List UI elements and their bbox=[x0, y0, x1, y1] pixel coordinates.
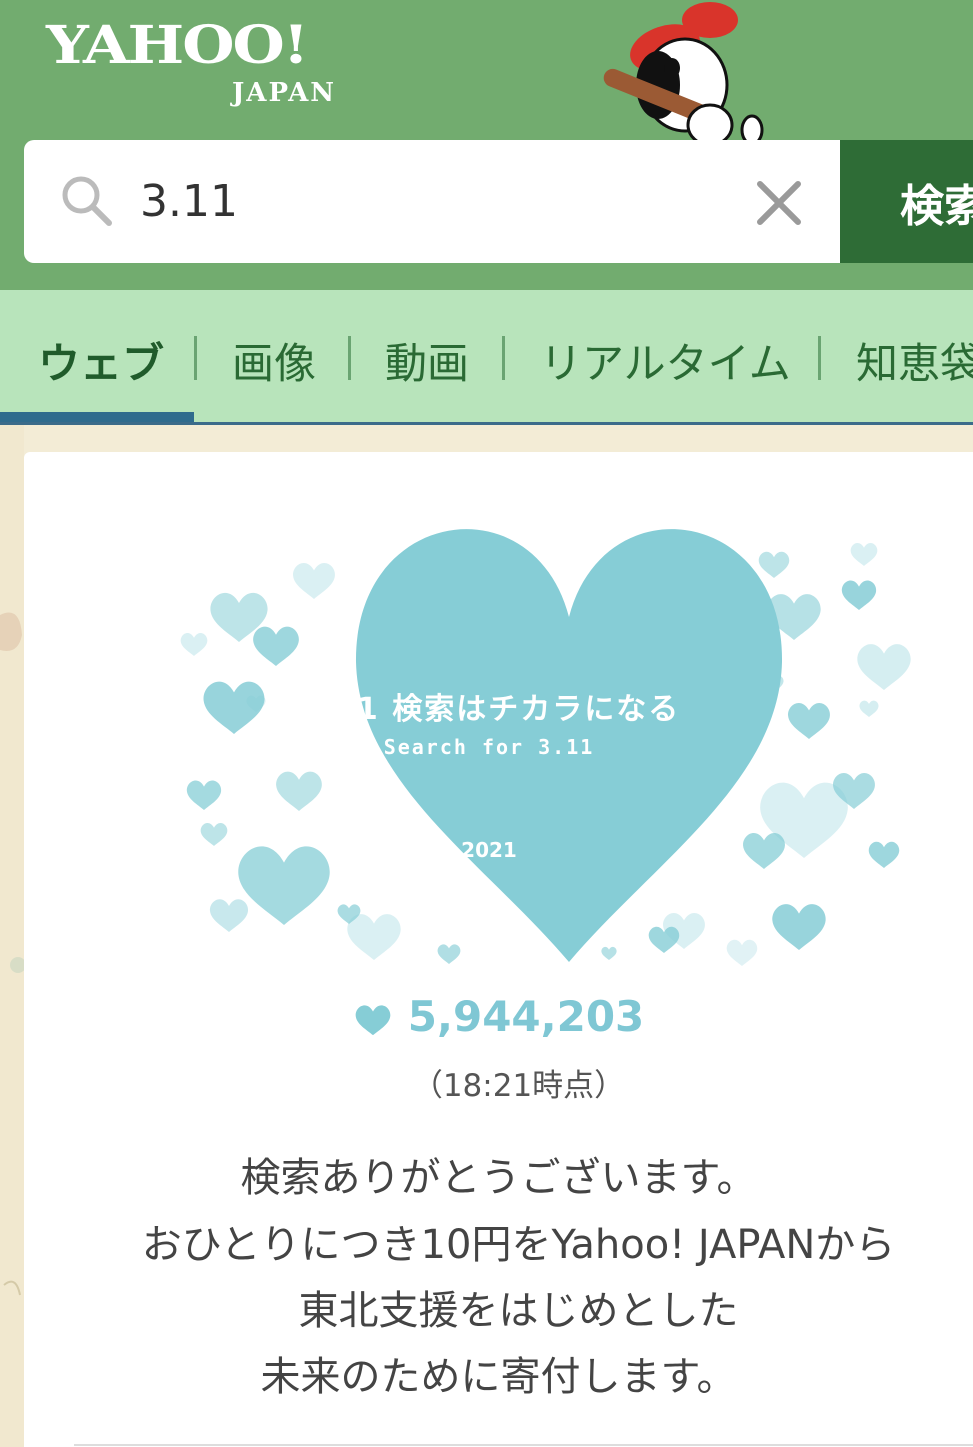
thanks-message-line: 東北支援をはじめとした bbox=[298, 1288, 739, 1334]
thanks-message-line: 検索ありがとうございます。 bbox=[240, 1155, 757, 1201]
background-pattern bbox=[0, 425, 24, 1447]
yahoo-japan-logo[interactable]: YAHOO! JAPAN bbox=[46, 14, 334, 108]
campaign-year: 2021 bbox=[461, 838, 517, 862]
logo-main-text: YAHOO! bbox=[46, 14, 309, 77]
search-input[interactable] bbox=[140, 168, 720, 234]
tab-chiebukuro[interactable]: 知恵袋 bbox=[856, 330, 973, 391]
search-count-row: 5,944,203 bbox=[24, 992, 973, 1041]
search-icon bbox=[62, 176, 112, 226]
tab-web[interactable]: ウェブ bbox=[38, 330, 164, 391]
count-timestamp: （18:21時点） bbox=[411, 1068, 626, 1104]
logo-sub-text: JAPAN bbox=[232, 78, 337, 108]
campaign-title: 3.11 検索はチカラになる bbox=[297, 692, 681, 727]
heart-icon bbox=[355, 1004, 391, 1035]
tab-separator bbox=[348, 336, 351, 380]
tab-videos[interactable]: 動画 bbox=[385, 330, 469, 391]
close-icon[interactable] bbox=[752, 176, 806, 230]
tab-separator bbox=[818, 336, 821, 380]
thanks-message-line: 未来のために寄付します。 bbox=[260, 1354, 737, 1400]
search-button[interactable]: 検索 bbox=[840, 140, 973, 263]
tab-images[interactable]: 画像 bbox=[232, 330, 316, 391]
campaign-subtitle: Search for 3.11 bbox=[383, 735, 595, 759]
tab-separator bbox=[194, 336, 197, 380]
tab-separator bbox=[502, 336, 505, 380]
active-tab-indicator bbox=[0, 412, 194, 422]
tab-realtime[interactable]: リアルタイム bbox=[540, 330, 791, 391]
thanks-message-line: おひとりにつき10円をYahoo! JAPANから bbox=[141, 1222, 896, 1268]
divider bbox=[74, 1444, 973, 1446]
snoopy-baseball-icon bbox=[603, 2, 764, 140]
campaign-card: 3.11 検索はチカラになる Search for 3.11 2021 5,94… bbox=[24, 452, 973, 1447]
search-tabs: ウェブ 画像 動画 リアルタイム 知恵袋 bbox=[0, 290, 973, 425]
search-count: 5,944,203 bbox=[407, 992, 645, 1041]
